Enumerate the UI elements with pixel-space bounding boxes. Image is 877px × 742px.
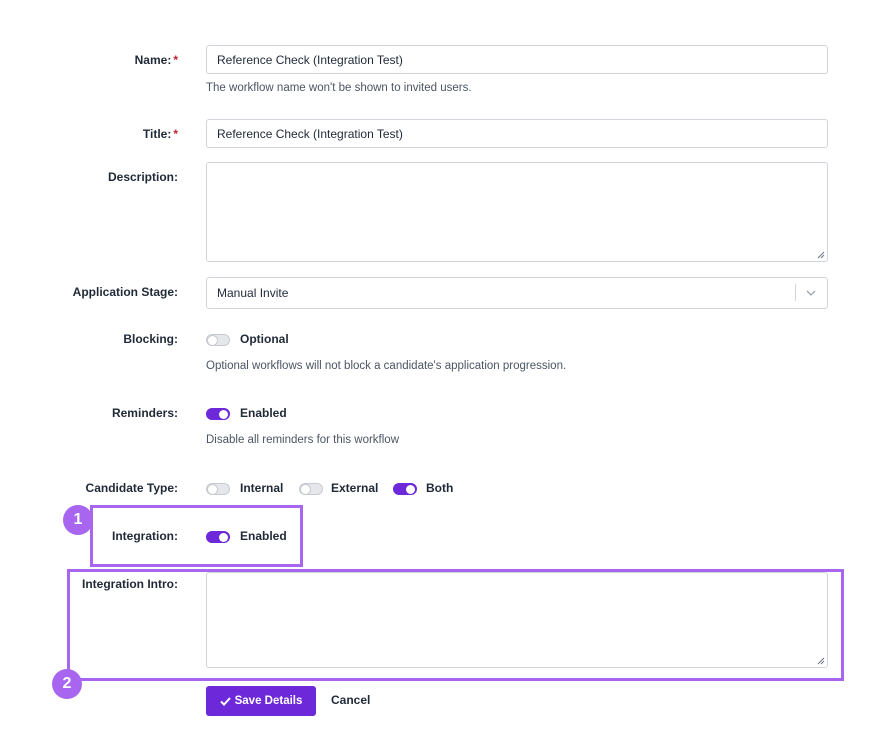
application-stage-select[interactable]: Manual Invite (206, 277, 828, 309)
name-label: Name: * (135, 53, 178, 67)
title-label: Title: * (143, 127, 178, 141)
toggle-knob (406, 485, 415, 494)
candidate-type-external-toggle[interactable] (299, 483, 323, 495)
save-details-label: Save Details (234, 695, 303, 707)
blocking-help-text: Optional workflows will not block a cand… (206, 360, 567, 372)
candidate-type-both-label: Both (426, 481, 454, 495)
blocking-state-label: Optional (240, 332, 289, 346)
save-details-button[interactable]: Save Details (206, 686, 316, 716)
title-input-value: Reference Check (Integration Test) (217, 126, 403, 141)
application-stage-label: Application Stage: (72, 285, 178, 299)
resize-grip-icon[interactable] (817, 251, 825, 259)
annotation-badge-1: 1 (63, 505, 93, 535)
select-separator (795, 284, 796, 301)
name-input[interactable]: Reference Check (Integration Test) (206, 45, 828, 74)
name-input-value: Reference Check (Integration Test) (217, 52, 403, 67)
toggle-knob (219, 410, 228, 419)
reminders-toggle[interactable] (206, 408, 230, 420)
candidate-type-internal-toggle[interactable] (206, 483, 230, 495)
blocking-toggle[interactable] (206, 334, 230, 346)
application-stage-value: Manual Invite (217, 286, 289, 300)
checkmark-icon (219, 696, 231, 706)
description-label: Description: (107, 170, 178, 184)
cancel-button[interactable]: Cancel (331, 693, 370, 707)
title-input[interactable]: Reference Check (Integration Test) (206, 119, 828, 148)
name-label-text: Name: (134, 53, 172, 67)
toggle-knob (208, 336, 217, 345)
required-mark: * (173, 127, 178, 141)
name-help-text: The workflow name won't be shown to invi… (206, 82, 472, 94)
annotation-highlight-integration-intro (67, 569, 844, 681)
description-textarea[interactable] (206, 162, 828, 262)
title-label-text: Title: (142, 127, 172, 141)
annotation-badge-2: 2 (52, 669, 82, 699)
candidate-type-label: Candidate Type: (85, 481, 178, 495)
candidate-type-external-label: External (331, 481, 379, 495)
candidate-type-internal-label: Internal (240, 481, 284, 495)
reminders-label: Reminders: (111, 406, 178, 420)
chevron-down-icon[interactable] (805, 287, 817, 299)
candidate-type-both-toggle[interactable] (393, 483, 417, 495)
blocking-label: Blocking: (123, 332, 178, 346)
toggle-knob (301, 485, 310, 494)
reminders-state-label: Enabled (240, 406, 287, 420)
reminders-help-text: Disable all reminders for this workflow (206, 434, 400, 446)
toggle-knob (208, 485, 217, 494)
annotation-highlight-integration (90, 505, 303, 567)
required-mark: * (173, 53, 178, 67)
